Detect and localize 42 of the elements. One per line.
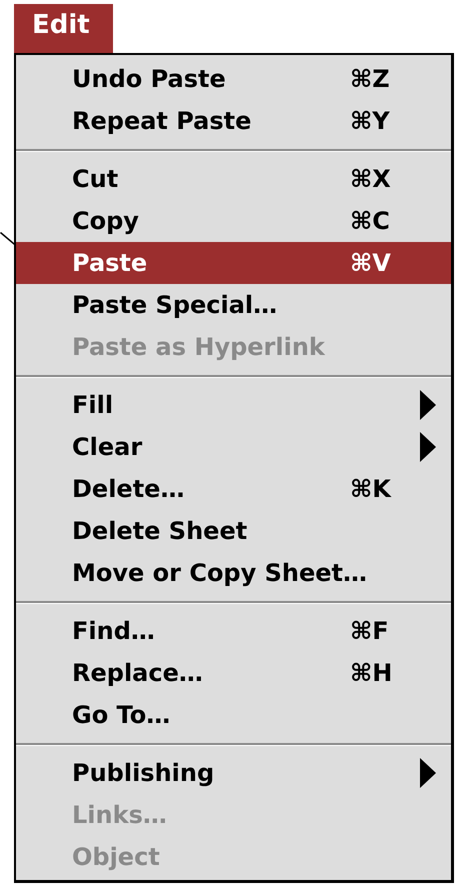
item-label: Links… <box>72 801 167 829</box>
shortcut-label: ⌘Y <box>350 107 390 135</box>
menu-item[interactable]: Delete… ⌘K <box>16 468 451 510</box>
shortcut-label: ⌘H <box>350 659 392 687</box>
item-label: Replace… <box>72 659 203 687</box>
item-label: Delete… <box>72 475 184 503</box>
shortcut-label: ⌘X <box>350 165 391 193</box>
item-label: Paste <box>72 249 148 277</box>
menu-item[interactable]: Replace… ⌘H <box>16 652 451 694</box>
menu-item[interactable]: Copy ⌘C <box>16 200 451 242</box>
menu-item[interactable]: Fill <box>16 384 451 426</box>
item-label: Cut <box>72 165 118 193</box>
item-label: Object <box>72 843 160 871</box>
shortcut-label: ⌘F <box>350 617 389 645</box>
menu-item[interactable]: Cut ⌘X <box>16 158 451 200</box>
item-label: Move or Copy Sheet… <box>72 559 368 587</box>
item-label: Clear <box>72 433 142 461</box>
menu-item[interactable]: Delete Sheet <box>16 510 451 552</box>
menu-item[interactable]: Clear <box>16 426 451 468</box>
item-label: Repeat Paste <box>72 107 252 135</box>
item-label: Delete Sheet <box>72 517 248 545</box>
menu-item[interactable]: Paste Special… <box>16 284 451 326</box>
menu-item[interactable]: Paste ⌘V <box>16 242 451 284</box>
item-label: Find… <box>72 617 155 645</box>
menu-item[interactable]: Repeat Paste ⌘Y <box>16 100 451 142</box>
item-label: Undo Paste <box>72 65 226 93</box>
menu-item[interactable]: Find… ⌘F <box>16 610 451 652</box>
item-label: Copy <box>72 207 139 235</box>
menu-item[interactable]: Publishing <box>16 752 451 794</box>
shortcut-label: ⌘V <box>350 249 391 277</box>
item-label: Publishing <box>72 759 214 787</box>
menu-title[interactable]: Edit <box>14 4 113 53</box>
item-label: Fill <box>72 391 114 419</box>
item-label: Paste as Hyperlink <box>72 333 325 361</box>
menu-item[interactable]: Go To… <box>16 694 451 736</box>
shortcut-label: ⌘K <box>350 475 391 503</box>
menu-item[interactable]: Move or Copy Sheet… <box>16 552 451 594</box>
shortcut-label: ⌘C <box>350 207 390 235</box>
item-label: Go To… <box>72 701 170 729</box>
shortcut-label: ⌘Z <box>350 65 390 93</box>
item-label: Paste Special… <box>72 291 278 319</box>
menu-item[interactable]: Undo Paste ⌘Z <box>16 58 451 100</box>
